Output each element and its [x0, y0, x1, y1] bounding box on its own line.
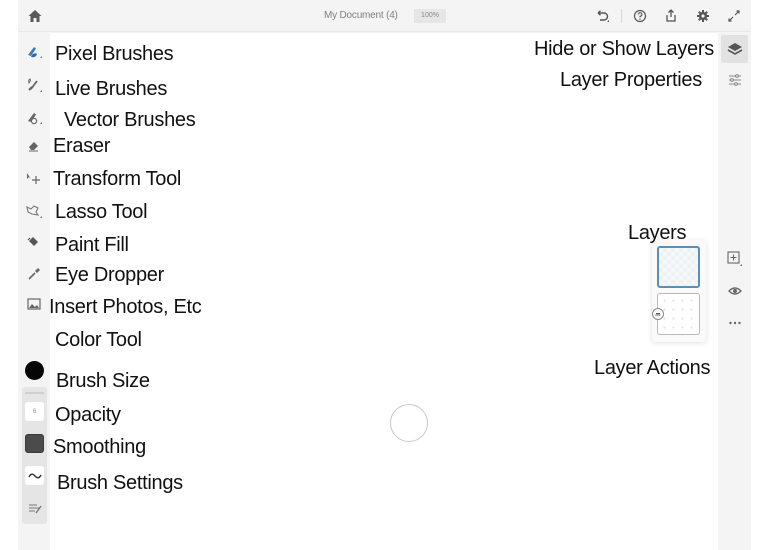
- top-bar: My Document (4) 100%: [18, 0, 751, 32]
- opacity-control[interactable]: [25, 434, 44, 453]
- tool-transform[interactable]: [24, 169, 44, 189]
- zoom-level[interactable]: 100%: [414, 9, 446, 23]
- label-layers: Layers: [628, 222, 687, 244]
- eye-icon: [728, 287, 742, 295]
- tool-eye-dropper[interactable]: [24, 264, 44, 284]
- label-color-tool: Color Tool: [55, 329, 142, 351]
- tool-eraser[interactable]: [24, 136, 44, 156]
- pixel-brush-icon: [28, 47, 42, 58]
- label-insert-photos: Insert Photos, Etc: [49, 296, 202, 318]
- eraser-icon: [29, 142, 38, 152]
- tool-insert-photos[interactable]: [24, 294, 44, 314]
- brush-controls-group: 6: [22, 387, 47, 524]
- eyedropper-icon: [28, 268, 40, 280]
- home-icon: [28, 10, 42, 22]
- layer-properties-button[interactable]: [724, 69, 746, 91]
- label-smoothing: Smoothing: [53, 436, 146, 458]
- tool-live-brushes[interactable]: [24, 76, 44, 96]
- tool-rail: 6: [18, 32, 50, 550]
- smoothing-control[interactable]: [25, 466, 44, 485]
- layer-visibility-button[interactable]: [724, 280, 746, 302]
- brush-cursor: [390, 404, 428, 442]
- tool-paint-fill[interactable]: [24, 233, 44, 253]
- brush-size-value: 6: [32, 408, 37, 415]
- fullscreen-button[interactable]: [725, 7, 743, 25]
- image-icon: [27, 298, 41, 310]
- vector-brush-icon: [28, 113, 42, 125]
- help-button[interactable]: [631, 7, 649, 25]
- label-eye-dropper: Eye Dropper: [55, 264, 164, 286]
- document-title[interactable]: My Document (4): [324, 10, 398, 21]
- undo-button[interactable]: [593, 7, 611, 25]
- smoothing-wave-icon: [27, 473, 42, 478]
- layers-rail: [718, 33, 751, 550]
- gear-icon: [697, 10, 709, 22]
- brush-settings-icon: [28, 503, 42, 513]
- add-layer-button[interactable]: [724, 248, 746, 270]
- layer-type-badge: [652, 308, 664, 320]
- label-hide-show-layers: Hide or Show Layers: [534, 38, 714, 60]
- label-opacity: Opacity: [55, 404, 121, 426]
- tool-pixel-brushes[interactable]: [24, 42, 44, 62]
- label-eraser: Eraser: [53, 135, 111, 157]
- share-icon: [666, 9, 676, 22]
- color-tool-swatch[interactable]: [25, 361, 44, 380]
- label-paint-fill: Paint Fill: [55, 234, 129, 256]
- tool-lasso[interactable]: [24, 202, 44, 222]
- layer-more-actions-button[interactable]: [724, 312, 746, 334]
- live-brush-icon: [28, 78, 42, 92]
- label-vector-brushes: Vector Brushes: [64, 109, 196, 131]
- more-dots-icon: [729, 321, 741, 325]
- undo-icon: [597, 10, 609, 22]
- label-brush-size: Brush Size: [56, 370, 150, 392]
- tool-vector-brushes[interactable]: [24, 108, 44, 128]
- hide-show-layers-button[interactable]: [721, 35, 748, 63]
- paint-bucket-icon: [27, 237, 38, 246]
- label-layer-properties: Layer Properties: [560, 69, 702, 91]
- help-icon: [633, 9, 647, 23]
- label-lasso-tool: Lasso Tool: [55, 201, 148, 223]
- label-layer-actions: Layer Actions: [594, 357, 711, 379]
- brush-layer-icon: [655, 313, 661, 316]
- home-button[interactable]: [26, 8, 44, 24]
- brush-size-control[interactable]: 6: [25, 402, 44, 421]
- sliders-icon: [729, 74, 741, 86]
- share-button[interactable]: [662, 7, 680, 25]
- brush-group-grip[interactable]: [25, 392, 44, 394]
- label-pixel-brushes: Pixel Brushes: [55, 43, 174, 65]
- layers-panel: [652, 240, 706, 342]
- fullscreen-icon: [728, 10, 740, 22]
- lasso-icon: [26, 205, 42, 218]
- settings-button[interactable]: [694, 7, 712, 25]
- brush-settings-button[interactable]: [25, 498, 44, 517]
- transform-icon: [27, 173, 40, 184]
- label-live-brushes: Live Brushes: [55, 78, 168, 100]
- toolbar-divider: [621, 9, 622, 23]
- add-layer-icon: [727, 251, 742, 266]
- label-brush-settings: Brush Settings: [57, 472, 183, 494]
- layer-thumbnail-selected[interactable]: [657, 246, 700, 288]
- label-transform-tool: Transform Tool: [53, 168, 182, 190]
- layers-stack-icon: [727, 43, 742, 55]
